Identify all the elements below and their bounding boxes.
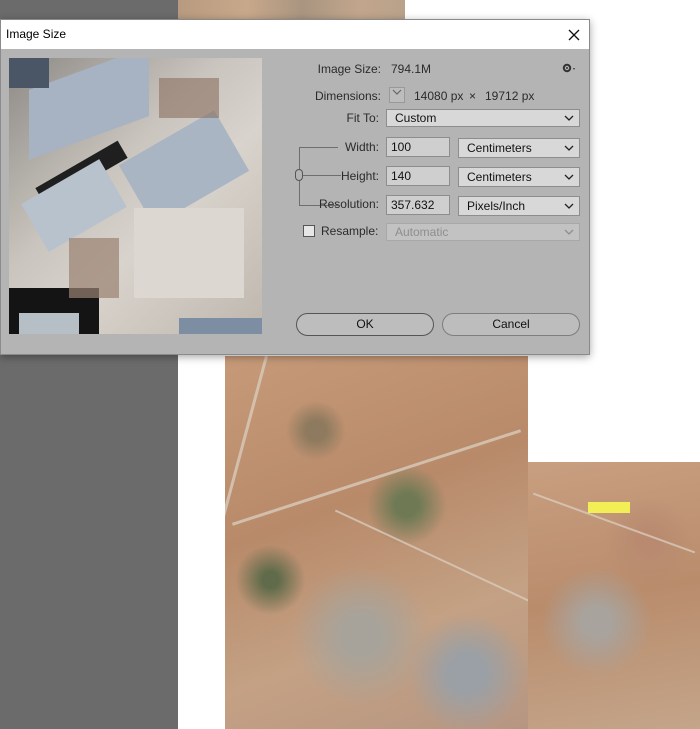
width-unit-select[interactable]: Centimeters <box>458 138 580 158</box>
map-annotation-label <box>588 502 630 513</box>
resample-method-value: Automatic <box>395 225 449 239</box>
resample-label: Resample: <box>321 224 379 238</box>
resample-checkbox[interactable] <box>303 225 315 237</box>
height-unit-select[interactable]: Centimeters <box>458 167 580 187</box>
dimensions-width: 14080 px <box>414 89 464 103</box>
image-preview[interactable] <box>9 58 262 334</box>
resolution-unit-select[interactable]: Pixels/Inch <box>458 196 580 216</box>
chevron-down-icon <box>392 89 402 95</box>
satellite-image <box>225 356 528 729</box>
link-icon[interactable] <box>295 169 303 181</box>
fit-to-label: Fit To: <box>346 111 379 125</box>
settings-gear-glyph <box>562 63 575 73</box>
satellite-image-top-strip <box>178 0 405 20</box>
chevron-down-icon <box>564 139 574 164</box>
close-icon <box>568 29 580 40</box>
width-input[interactable]: 100 <box>386 137 450 157</box>
dimensions-units-toggle[interactable] <box>389 87 405 103</box>
resolution-unit-value: Pixels/Inch <box>467 199 526 213</box>
image-size-value: 794.1M <box>391 62 432 76</box>
close-button[interactable] <box>559 20 589 49</box>
dimensions-height: 19712 px <box>485 89 535 103</box>
gear-icon[interactable] <box>562 62 576 77</box>
width-label: Width: <box>344 140 379 154</box>
dialog-titlebar: Image Size <box>1 20 589 49</box>
height-input[interactable]: 140 <box>386 166 450 186</box>
dialog-title: Image Size <box>6 27 67 41</box>
chevron-down-icon <box>564 110 574 132</box>
fit-to-value: Custom <box>395 111 437 125</box>
resolution-label: Resolution: <box>318 197 379 211</box>
height-label: Height: <box>340 169 379 183</box>
ok-button[interactable]: OK <box>296 313 434 336</box>
chevron-down-icon <box>564 224 574 246</box>
chevron-down-icon <box>564 197 574 222</box>
dimensions-times: × <box>469 89 477 103</box>
height-unit-value: Centimeters <box>467 170 532 184</box>
resample-method-select[interactable]: Automatic <box>386 223 580 241</box>
fit-to-select[interactable]: Custom <box>386 109 580 127</box>
image-size-label: Image Size: <box>317 62 381 76</box>
image-size-dialog: Image Size Image Size: 794.1M Dimensions… <box>0 19 590 355</box>
resolution-input[interactable]: 357.632 <box>386 195 450 215</box>
chevron-down-icon <box>564 168 574 193</box>
dimensions-label: Dimensions: <box>314 89 381 103</box>
cancel-button[interactable]: Cancel <box>442 313 580 336</box>
width-unit-value: Centimeters <box>467 141 532 155</box>
